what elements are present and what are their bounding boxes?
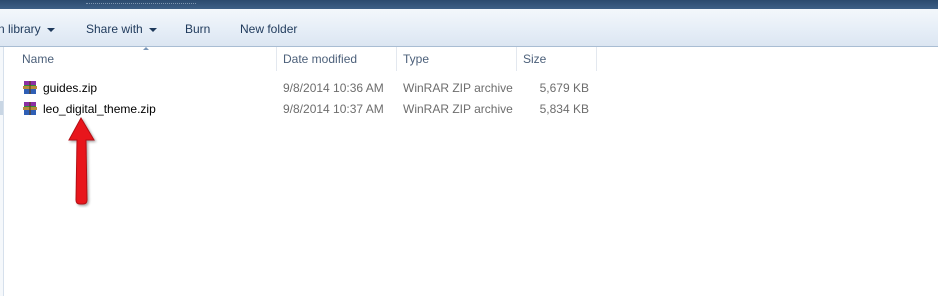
burn-button[interactable]: Burn (185, 20, 210, 38)
column-headers: Name Date modified Type Size (4, 47, 938, 71)
column-header-type[interactable]: Type (397, 47, 517, 71)
navigation-pane-scroll-mark (0, 101, 3, 115)
winrar-archive-icon (23, 102, 37, 115)
file-size: 5,679 KB (539, 81, 589, 95)
burn-label: Burn (185, 22, 211, 36)
title-fragment (86, 0, 196, 4)
file-name: guides.zip (43, 81, 98, 95)
window-title-bar (0, 0, 938, 9)
sort-ascending-icon (143, 47, 149, 50)
file-row[interactable]: leo_digital_theme.zip 9/8/2014 10:37 AM … (20, 99, 600, 119)
include-in-library-button[interactable]: n library (0, 20, 55, 38)
winrar-archive-icon (23, 81, 37, 94)
file-date-modified: 9/8/2014 10:37 AM (283, 102, 384, 116)
column-header-size-label: Size (523, 52, 547, 66)
file-type: WinRAR ZIP archive (403, 81, 513, 95)
new-folder-label: New folder (240, 22, 298, 36)
chevron-down-icon (46, 27, 55, 32)
column-header-name-label: Name (22, 52, 55, 66)
column-header-name[interactable]: Name (16, 47, 277, 71)
new-folder-button[interactable]: New folder (240, 20, 297, 38)
red-arrow-up-icon (68, 116, 95, 205)
file-row[interactable]: guides.zip 9/8/2014 10:36 AM WinRAR ZIP … (20, 78, 600, 98)
file-date-modified: 9/8/2014 10:36 AM (283, 81, 384, 95)
include-in-library-label: n library (0, 22, 41, 36)
column-header-type-label: Type (403, 52, 430, 66)
column-header-date-modified[interactable]: Date modified (277, 47, 397, 71)
column-header-date-label: Date modified (283, 52, 358, 66)
file-size: 5,834 KB (539, 102, 589, 116)
chevron-down-icon (148, 27, 157, 32)
column-header-size[interactable]: Size (517, 47, 597, 71)
share-with-label: Share with (86, 22, 143, 36)
share-with-button[interactable]: Share with (86, 20, 157, 38)
file-type: WinRAR ZIP archive (403, 102, 513, 116)
navigation-pane-edge[interactable] (0, 47, 4, 296)
command-bar: n library Share with Burn New folder (0, 9, 938, 47)
